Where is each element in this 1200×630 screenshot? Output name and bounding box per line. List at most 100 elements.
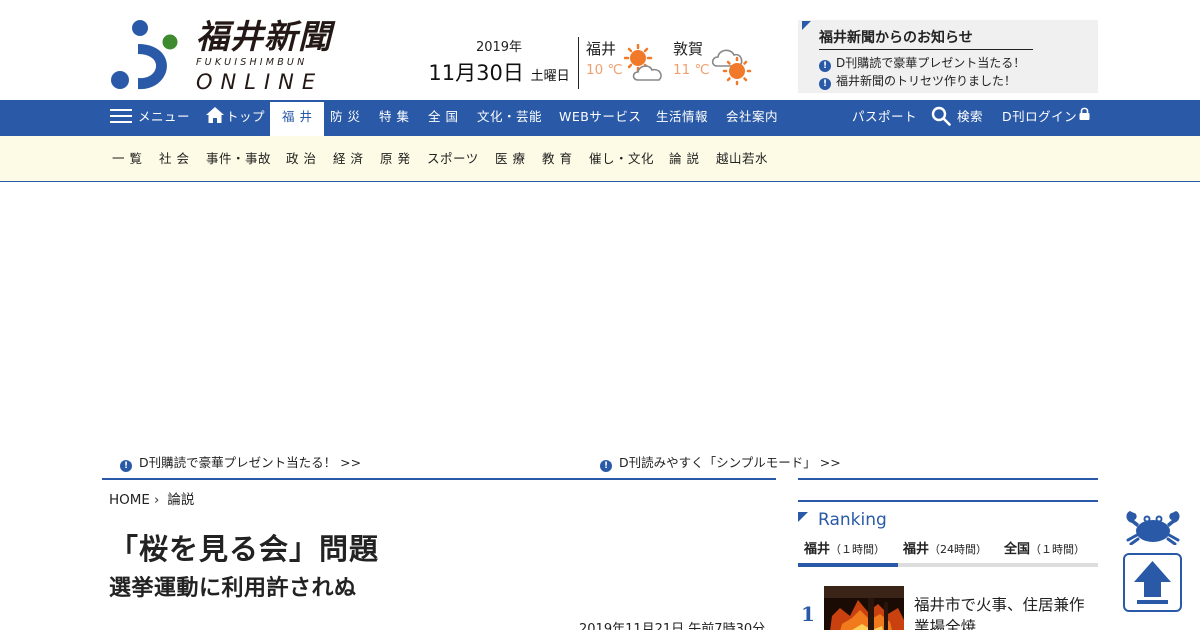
ranking-tab-period: （24時間） <box>929 543 988 556</box>
page: 福井新聞 FUKUISHIMBUN ONLINE 2019年 11月30日 土曜… <box>0 0 1200 630</box>
notice-item[interactable]: ! D刊購読で豪華プレゼント当たる！ <box>819 54 1025 72</box>
notice-title: 福井新聞からのお知らせ <box>819 27 1033 50</box>
weather-temp: 10 ℃ <box>586 62 623 78</box>
weather-fukui[interactable]: 福井 10 ℃ <box>586 38 662 81</box>
sun-cloud-icon <box>624 44 662 81</box>
site-logo[interactable]: 福井新聞 FUKUISHIMBUN ONLINE <box>110 18 355 94</box>
nav-item-seikatsu[interactable]: 生活情報 <box>656 100 708 136</box>
ranking-corner-marker <box>798 512 808 522</box>
info-icon: ! <box>120 460 132 472</box>
subnav-item[interactable]: 医 療 <box>495 136 525 182</box>
search-icon <box>931 106 951 126</box>
subnav-item[interactable]: 論 説 <box>669 136 699 182</box>
notice-item-text: D刊購読で豪華プレゼント当たる！ <box>836 56 1026 70</box>
sub-nav: 一 覧 社 会 事件・事故 政 治 経 済 原 発 スポーツ 医 療 教 育 催… <box>0 136 1200 182</box>
article-subhead: 選挙運動に利用許されぬ <box>109 576 357 601</box>
promo-link[interactable]: ! D刊読みやすく「シンプルモード」 >> <box>600 452 841 472</box>
date-month-day: 11月30日 <box>428 61 524 85</box>
crab-mascot-icon[interactable] <box>1124 507 1182 545</box>
ranking-tab-fukui-1h[interactable]: 福井（１時間） <box>798 538 898 567</box>
breadcrumb: HOME › 論説 <box>109 488 194 508</box>
lock-icon <box>1079 107 1090 120</box>
nav-item-bousai[interactable]: 防 災 <box>330 100 360 136</box>
menu-button[interactable]: メニュー <box>110 100 190 136</box>
subnav-item[interactable]: 催し・文化 <box>589 136 654 182</box>
site-header: 福井新聞 FUKUISHIMBUN ONLINE 2019年 11月30日 土曜… <box>0 0 1200 100</box>
notice-item-text: 福井新聞のトリセツ作りました！ <box>836 74 1017 88</box>
login-label: D刊ログイン <box>1002 109 1078 124</box>
date-main: 11月30日 土曜日 <box>428 57 570 87</box>
nav-item-kaisha[interactable]: 会社案内 <box>726 100 778 136</box>
weather-city: 敦賀 <box>673 40 704 58</box>
nav-item-web[interactable]: WEBサービス <box>559 100 641 136</box>
breadcrumb-home[interactable]: HOME <box>109 492 150 508</box>
ranking-divider <box>798 478 1098 480</box>
weather-temp: 11 ℃ <box>673 62 710 78</box>
article-headline: 「桜を見る会」問題 <box>109 532 380 566</box>
search-button[interactable]: 検索 <box>931 100 983 136</box>
ranking-tab-name: 全国 <box>1004 542 1031 557</box>
subnav-item[interactable]: 政 治 <box>286 136 316 182</box>
weather-tsuruga[interactable]: 敦賀 11 ℃ <box>673 38 752 86</box>
info-icon: ! <box>600 460 612 472</box>
article-published-date: 2019年11月21日 午前7時30分 <box>579 622 766 630</box>
subnav-item[interactable]: 教 育 <box>542 136 572 182</box>
back-to-top-button[interactable] <box>1123 553 1182 612</box>
ranking-tabs: 福井（１時間） 福井（24時間） 全国（１時間） <box>798 538 1098 567</box>
date-weekday: 土曜日 <box>530 69 570 84</box>
ranking-tab-name: 福井 <box>903 542 930 557</box>
nav-top-label: トップ <box>226 109 266 124</box>
ranking-tab-name: 福井 <box>804 542 831 557</box>
nav-item-fukui[interactable]: 福 井 <box>270 102 325 136</box>
info-icon: ! <box>819 78 831 90</box>
subnav-item[interactable]: 一 覧 <box>112 136 142 182</box>
breadcrumb-section[interactable]: 論説 <box>167 492 194 508</box>
passport-link[interactable]: パスポート <box>852 100 917 136</box>
ranking-title: Ranking <box>818 510 887 530</box>
main-nav: メニュー トップ 福 井 防 災 特 集 全 国 文化・芸能 WEBサービス 生… <box>0 100 1200 136</box>
info-icon: ! <box>819 60 831 72</box>
subnav-item[interactable]: 原 発 <box>380 136 410 182</box>
ranking-item-headline[interactable]: 福井市で火事、住居兼作業場全焼 <box>914 594 1098 630</box>
logo-name-romaji: FUKUISHIMBUN <box>196 57 308 68</box>
promo-text: D刊読みやすく「シンプルモード」 >> <box>619 455 841 470</box>
promo-text: D刊購読で豪華プレゼント当たる！ >> <box>139 455 362 470</box>
ranking-tab-zenkoku-1h[interactable]: 全国（１時間） <box>1004 538 1085 567</box>
content-divider <box>102 478 776 480</box>
ranking-tab-fukui-24h[interactable]: 福井（24時間） <box>903 538 987 567</box>
nav-item-tokushu[interactable]: 特 集 <box>379 100 409 136</box>
ranking-tab-period: （１時間） <box>1030 543 1086 556</box>
subnav-item[interactable]: 越山若水 <box>716 136 768 182</box>
subnav-item[interactable]: スポーツ <box>427 136 479 182</box>
subnav-item[interactable]: 経 済 <box>333 136 363 182</box>
ranking-tab-period: （１時間） <box>830 543 886 556</box>
menu-label: メニュー <box>138 109 191 124</box>
weather-city: 福井 <box>586 40 617 58</box>
logo-wordmark: 福井新聞 FUKUISHIMBUN ONLINE <box>196 17 332 95</box>
date-year: 2019年 <box>475 40 523 55</box>
subnav-item[interactable]: 社 会 <box>159 136 189 182</box>
arrow-up-icon <box>1134 561 1171 604</box>
logo-name-jp: 福井新聞 <box>196 17 332 56</box>
nav-item-bunka[interactable]: 文化・芸能 <box>477 100 542 136</box>
hamburger-icon <box>110 108 132 124</box>
header-divider <box>578 37 579 89</box>
nav-item-zenkoku[interactable]: 全 国 <box>428 100 458 136</box>
ranking-divider <box>798 500 1098 502</box>
nav-top[interactable]: トップ <box>206 100 265 136</box>
cloud-sun-icon <box>711 49 752 86</box>
fire-photo-icon <box>824 586 904 630</box>
notice-corner-marker <box>802 21 811 30</box>
logo-mark-icon <box>111 20 178 90</box>
today-date: 2019年 11月30日 土曜日 <box>428 36 570 87</box>
notice-box: 福井新聞からのお知らせ ! D刊購読で豪華プレゼント当たる！ ! 福井新聞のトリセツ… <box>798 20 1098 93</box>
ranking-item-thumbnail[interactable] <box>824 586 904 630</box>
notice-item[interactable]: ! 福井新聞のトリセツ作りました！ <box>819 72 1016 90</box>
ranking-item-rank: 1 <box>801 602 815 626</box>
chevron-right-icon: › <box>153 492 160 508</box>
login-button[interactable]: D刊ログイン <box>1002 100 1090 136</box>
subnav-item[interactable]: 事件・事故 <box>206 136 271 182</box>
promo-link[interactable]: ! D刊購読で豪華プレゼント当たる！ >> <box>120 452 361 472</box>
home-icon <box>206 107 224 123</box>
search-label: 検索 <box>957 109 984 124</box>
